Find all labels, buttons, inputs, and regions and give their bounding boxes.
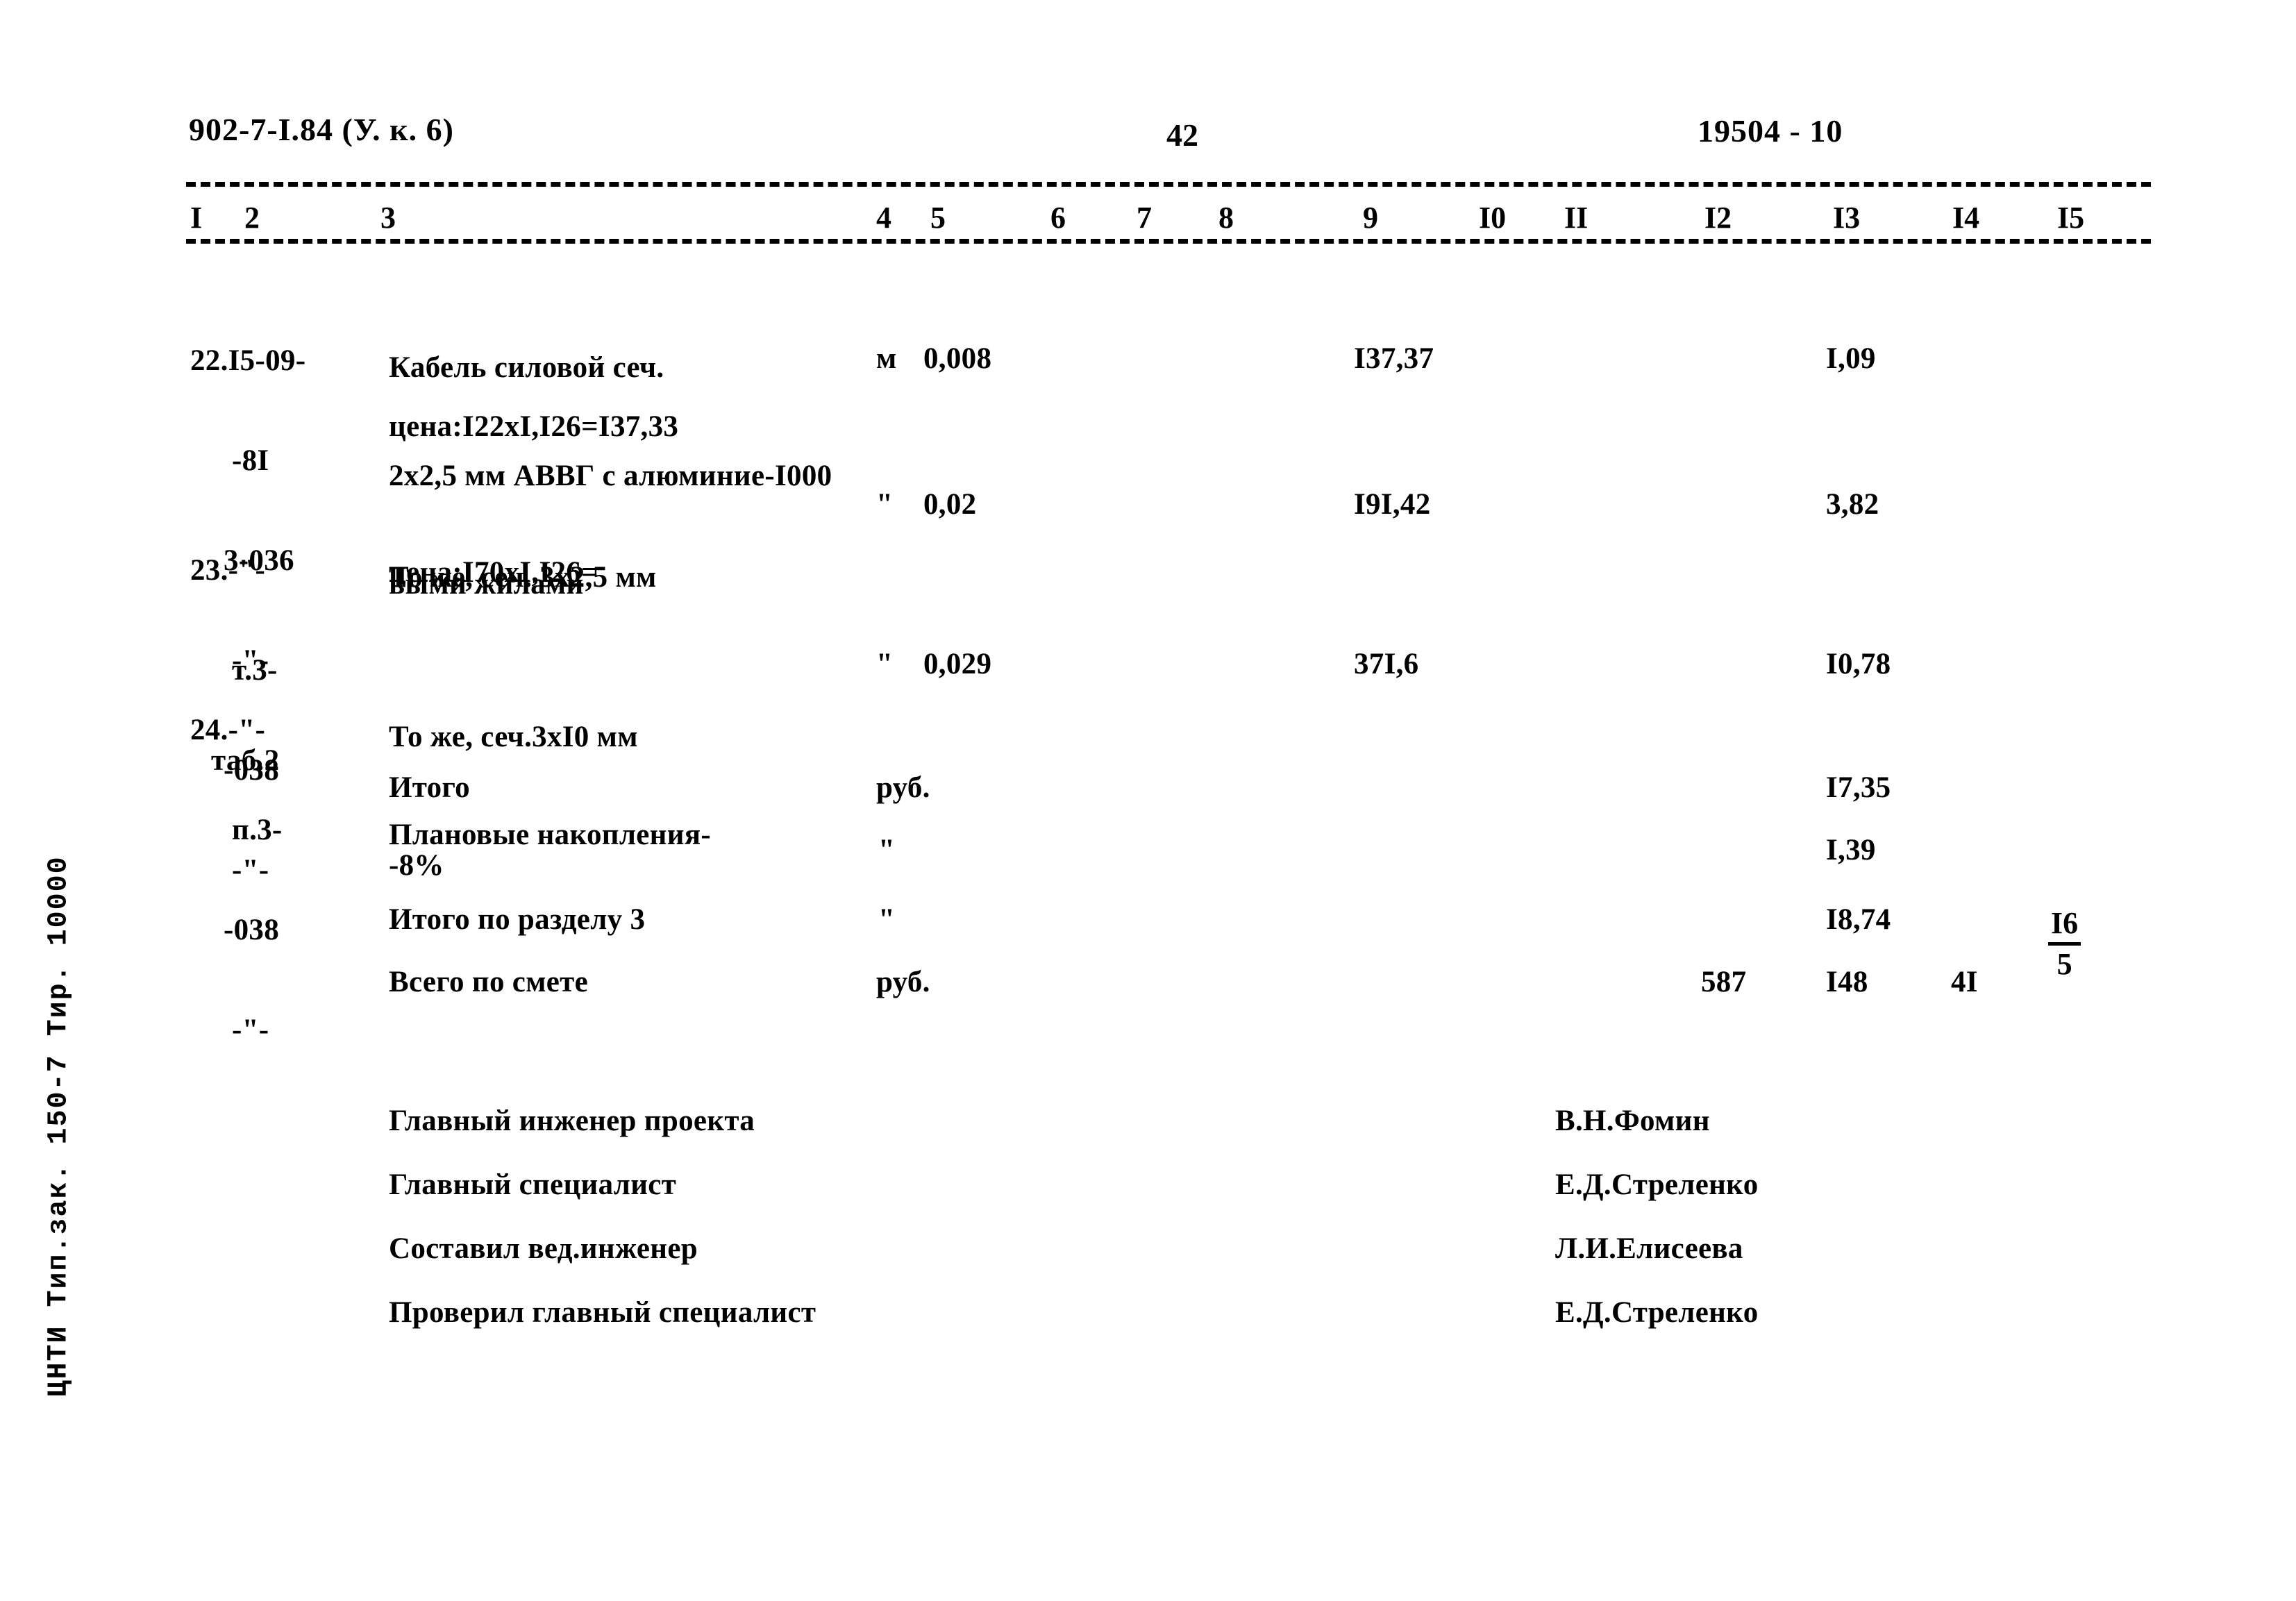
document-code-header: 902-7-I.84 (У. к. 6) — [189, 112, 454, 147]
summary-label-section: Итого по разделу 3 — [389, 903, 646, 936]
row-total: I,09 — [1826, 342, 1876, 375]
summary-label-total: Итого — [389, 771, 470, 804]
page-number: 42 — [1166, 117, 1198, 153]
column-number-15: I5 — [2057, 201, 2085, 235]
signature-name: Е.Д.Стреленко — [1555, 1168, 1759, 1201]
column-number-3: 3 — [380, 201, 396, 235]
summary-label-overhead: Плановые накопления- — [389, 819, 712, 851]
row-code-line: -"- — [232, 1014, 269, 1046]
row-quantity: 0,008 — [923, 342, 992, 375]
column-number-13: I3 — [1833, 201, 1861, 235]
row-description-line: Кабель силовой сеч. — [389, 351, 664, 384]
row-unit: " — [876, 648, 894, 680]
column-number-9: 9 — [1363, 201, 1378, 235]
document-page: 902-7-I.84 (У. к. 6) 42 19504 - 10 I 2 3… — [0, 0, 2296, 1601]
signature-role: Главный инженер проекта — [389, 1105, 755, 1137]
summary-value-grand-col13: I48 — [1826, 966, 1868, 998]
signature-role: Проверил главный специалист — [389, 1296, 816, 1329]
summary-value-grand-col12: 587 — [1701, 966, 1747, 998]
signature-role: Составил вед.инженер — [389, 1232, 698, 1265]
summary-value-section: I8,74 — [1826, 903, 1891, 936]
row-number: 22.I5-09- — [190, 344, 306, 377]
signature-role: Главный специалист — [389, 1168, 677, 1201]
summary-label-grand: Всего по смете — [389, 966, 588, 998]
column-number-4: 4 — [876, 201, 891, 235]
row-code-line: -8I — [232, 444, 269, 477]
fraction-numerator: I6 — [2048, 906, 2081, 946]
table-rule-top — [186, 182, 2151, 187]
column-number-11: II — [1564, 201, 1589, 235]
signature-name: В.Н.Фомин — [1555, 1105, 1710, 1137]
row-quantity: 0,02 — [923, 488, 977, 521]
column-number-2: 2 — [244, 201, 260, 235]
row-unit-price: 37I,6 — [1354, 648, 1419, 680]
row-unit-price: I9I,42 — [1354, 488, 1431, 521]
row-number: 24.-"- — [190, 714, 266, 746]
summary-value-total: I7,35 — [1826, 771, 1891, 804]
summary-fraction-section: I6 5 — [2048, 906, 2081, 982]
summary-unit-total: руб. — [876, 771, 930, 804]
summary-value-overhead: I,39 — [1826, 834, 1876, 866]
summary-value-grand-col14: 4I — [1951, 966, 1978, 998]
column-number-12: I2 — [1704, 201, 1732, 235]
column-number-14: I4 — [1952, 201, 1980, 235]
row-description-line: То же, сеч.3xI0 мм — [389, 721, 638, 753]
sheet-code-header: 19504 - 10 — [1698, 113, 1843, 149]
table-rule-bottom — [186, 239, 2151, 244]
row-total: I0,78 — [1826, 648, 1891, 680]
row-price-note: цена:I22xI,I26=I37,33 — [389, 410, 679, 443]
signature-name: Е.Д.Стреленко — [1555, 1296, 1759, 1329]
row-price-note: цена:I70xI,I26= — [389, 556, 598, 589]
row-code-line: п.3- — [232, 814, 283, 846]
summary-unit-overhead: " — [878, 834, 896, 866]
row-total: 3,82 — [1826, 488, 1879, 521]
signature-name: Л.И.Елисеева — [1555, 1232, 1743, 1265]
summary-label-overhead-pct: -8% — [389, 849, 444, 882]
column-number-5: 5 — [930, 201, 946, 235]
column-number-7: 7 — [1137, 201, 1152, 235]
column-number-8: 8 — [1218, 201, 1234, 235]
row-code-line: -038 — [224, 914, 280, 946]
column-number-10: I0 — [1479, 201, 1507, 235]
row-unit: м — [876, 342, 897, 375]
row-unit: " — [876, 488, 894, 521]
column-number-6: 6 — [1050, 201, 1066, 235]
row-number: 23.-"- — [190, 554, 266, 587]
table-row: 24.-"- п.3- -038 -"- — [190, 647, 283, 1114]
column-number-1: I — [190, 201, 203, 235]
summary-unit-grand: руб. — [876, 966, 930, 998]
row-unit-price: I37,37 — [1354, 342, 1434, 375]
printer-imprint: ЦНТИ Тип.зак. 150-7 Тир. 10000 — [43, 855, 75, 1398]
summary-unit-section: " — [878, 903, 896, 936]
row-quantity: 0,029 — [923, 648, 992, 680]
fraction-denominator: 5 — [2056, 947, 2072, 981]
